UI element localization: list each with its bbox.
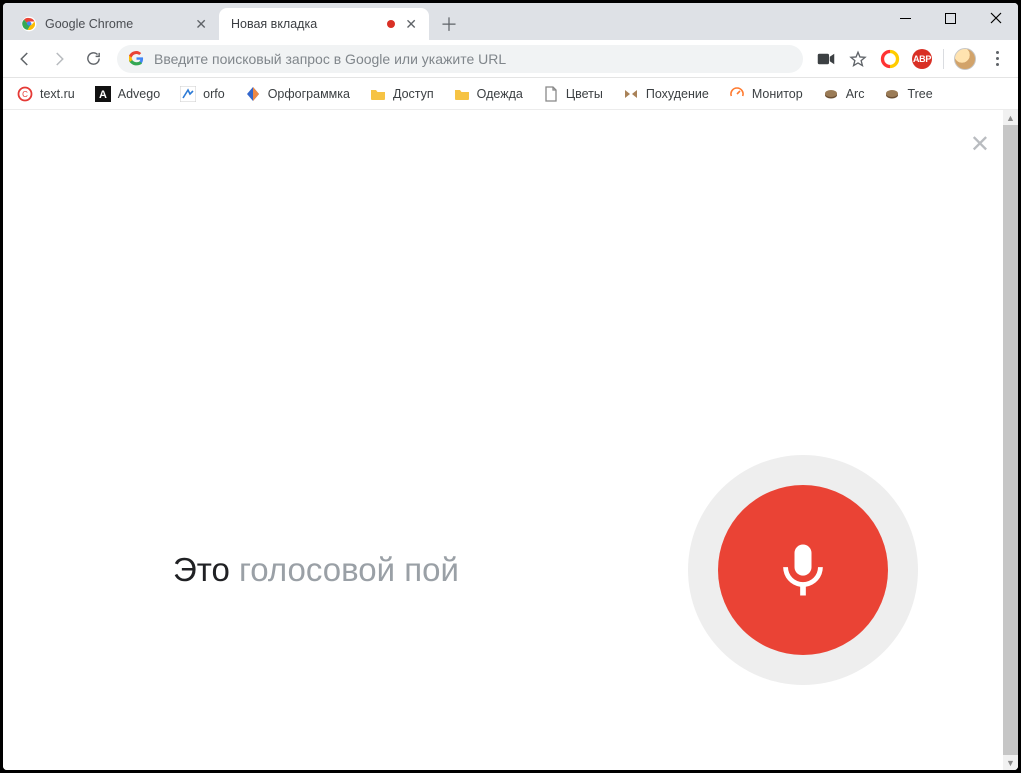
- orfo-icon: [180, 86, 196, 102]
- tab-close-icon[interactable]: ✕: [193, 15, 209, 33]
- minimize-button[interactable]: [883, 3, 928, 33]
- voice-close-button[interactable]: ✕: [970, 130, 990, 159]
- page-icon: [543, 86, 559, 102]
- bowtie-icon: [623, 86, 639, 102]
- bookmark-orfogrammka[interactable]: Орфограммка: [237, 82, 358, 106]
- voice-transcript-pending: голосовой пой: [230, 551, 459, 588]
- tab-title: Google Chrome: [45, 17, 185, 31]
- bookmark-label: Одежда: [477, 87, 523, 101]
- bookmark-textru[interactable]: C text.ru: [9, 82, 83, 106]
- bookmark-label: Tree: [907, 87, 932, 101]
- toolbar-separator: [943, 49, 944, 69]
- bookmark-label: orfo: [203, 87, 225, 101]
- bookmark-odezhda[interactable]: Одежда: [446, 82, 531, 106]
- reload-button[interactable]: [77, 44, 109, 74]
- tree-icon: [884, 86, 900, 102]
- orfogrammka-icon: [245, 86, 261, 102]
- arc-icon: [823, 86, 839, 102]
- scroll-down-icon[interactable]: ▼: [1003, 755, 1018, 770]
- omnibox-placeholder: Введите поисковый запрос в Google или ук…: [154, 51, 506, 67]
- kebab-menu-icon: [985, 51, 1009, 66]
- recording-indicator-icon: [387, 20, 395, 28]
- svg-text:A: A: [99, 89, 107, 101]
- new-tab-button[interactable]: ＋: [435, 10, 463, 38]
- tab-strip: Google Chrome ✕ Новая вкладка ✕ ＋: [9, 3, 463, 40]
- bookmark-label: Advego: [118, 87, 160, 101]
- bookmark-label: Похудение: [646, 87, 709, 101]
- google-g-icon: [129, 51, 144, 66]
- tab-newtab[interactable]: Новая вкладка ✕: [219, 8, 429, 40]
- bookmark-monitor[interactable]: Монитор: [721, 82, 811, 106]
- folder-icon: [370, 86, 386, 102]
- page-content: ✕ Это голосовой пой ▲ ▼: [3, 110, 1018, 770]
- bookmark-label: Орфограммка: [268, 87, 350, 101]
- bookmark-label: Arc: [846, 87, 865, 101]
- voice-transcript: Это голосовой пой: [173, 551, 688, 589]
- voice-search-panel: Это голосовой пой: [3, 455, 1018, 685]
- scroll-up-icon[interactable]: ▲: [1003, 110, 1018, 125]
- tab-title: Новая вкладка: [231, 17, 379, 31]
- monitor-icon: [729, 86, 745, 102]
- close-window-button[interactable]: [973, 3, 1018, 33]
- chrome-menu-button[interactable]: [982, 44, 1012, 74]
- folder-icon: [454, 86, 470, 102]
- yandex-extension-icon[interactable]: [875, 44, 905, 74]
- toolbar: Введите поисковый запрос в Google или ук…: [3, 40, 1018, 78]
- tab-close-icon[interactable]: ✕: [403, 15, 419, 33]
- browser-window: Google Chrome ✕ Новая вкладка ✕ ＋: [3, 3, 1018, 770]
- camera-icon[interactable]: [811, 44, 841, 74]
- mic-inner-circle: [718, 485, 888, 655]
- avatar-icon: [954, 48, 976, 70]
- omnibox[interactable]: Введите поисковый запрос в Google или ук…: [117, 45, 803, 73]
- chrome-favicon-icon: [21, 16, 37, 32]
- textru-icon: C: [17, 86, 33, 102]
- voice-mic-button[interactable]: [688, 455, 918, 685]
- profile-avatar[interactable]: [950, 44, 980, 74]
- bookmark-dostup[interactable]: Доступ: [362, 82, 442, 106]
- bookmark-label: Монитор: [752, 87, 803, 101]
- bookmark-tsvety[interactable]: Цветы: [535, 82, 611, 106]
- abp-extension-icon[interactable]: ABP: [907, 44, 937, 74]
- scrollbar[interactable]: ▲ ▼: [1003, 110, 1018, 770]
- bookmarks-bar: C text.ru A Advego orfo Орфограммка Дост…: [3, 78, 1018, 110]
- star-bookmark-icon[interactable]: [843, 44, 873, 74]
- svg-text:C: C: [22, 90, 28, 99]
- tab-chrome[interactable]: Google Chrome ✕: [9, 8, 219, 40]
- advego-icon: A: [95, 86, 111, 102]
- window-controls: [883, 3, 1018, 33]
- forward-button[interactable]: [43, 44, 75, 74]
- bookmark-tree[interactable]: Tree: [876, 82, 940, 106]
- scrollbar-thumb[interactable]: [1003, 125, 1018, 755]
- maximize-button[interactable]: [928, 3, 973, 33]
- bookmark-label: Доступ: [393, 87, 434, 101]
- bookmark-pohudenie[interactable]: Похудение: [615, 82, 717, 106]
- bookmark-arc[interactable]: Arc: [815, 82, 873, 106]
- titlebar: Google Chrome ✕ Новая вкладка ✕ ＋: [3, 3, 1018, 40]
- bookmark-advego[interactable]: A Advego: [87, 82, 168, 106]
- bookmark-label: text.ru: [40, 87, 75, 101]
- voice-transcript-confirmed: Это: [173, 551, 230, 588]
- bookmark-label: Цветы: [566, 87, 603, 101]
- back-button[interactable]: [9, 44, 41, 74]
- microphone-icon: [769, 536, 837, 604]
- bookmark-orfo[interactable]: orfo: [172, 82, 233, 106]
